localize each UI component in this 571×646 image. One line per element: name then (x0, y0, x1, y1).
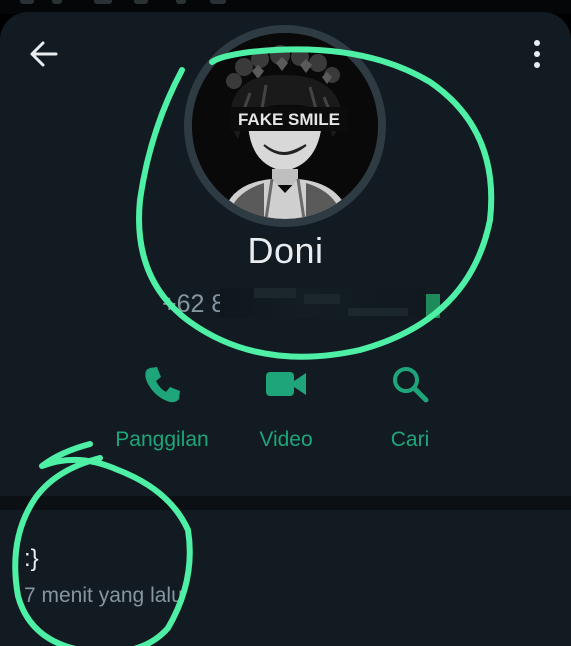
status-icon (210, 0, 226, 4)
more-vertical-icon (534, 40, 540, 68)
contact-name: Doni (247, 230, 324, 271)
video-label: Video (259, 428, 313, 451)
back-button[interactable] (24, 36, 64, 72)
search-label: Cari (390, 428, 430, 451)
status-icon (94, 0, 112, 4)
section-divider (0, 496, 571, 510)
about-section[interactable] (0, 510, 571, 646)
status-icon (176, 0, 186, 4)
redaction-mark (426, 294, 440, 318)
status-icon (52, 0, 62, 4)
more-options-button[interactable] (520, 36, 554, 72)
call-label: Panggilan (115, 428, 209, 451)
avatar-image: FAKE SMILE (192, 33, 378, 219)
phone-number[interactable]: +62 8 (162, 290, 225, 319)
phone-redaction (220, 288, 426, 318)
avatar-caption: FAKE SMILE (238, 110, 340, 129)
search-icon (393, 367, 429, 403)
about-timestamp: 7 menit yang lalu (24, 584, 183, 607)
about-text: :} (24, 545, 39, 572)
video-button[interactable]: Video (226, 362, 346, 462)
video-camera-icon (266, 372, 306, 396)
status-icon (20, 0, 34, 4)
status-icon (134, 0, 148, 4)
phone-icon (145, 367, 180, 403)
call-button[interactable]: Panggilan (102, 362, 222, 462)
arrow-left-icon (30, 41, 58, 67)
avatar[interactable]: FAKE SMILE (192, 33, 378, 219)
contact-info-screen: FAKE SMILE Doni +62 8 Panggilan Video Ca… (0, 0, 571, 646)
search-button[interactable]: Cari (350, 362, 470, 462)
